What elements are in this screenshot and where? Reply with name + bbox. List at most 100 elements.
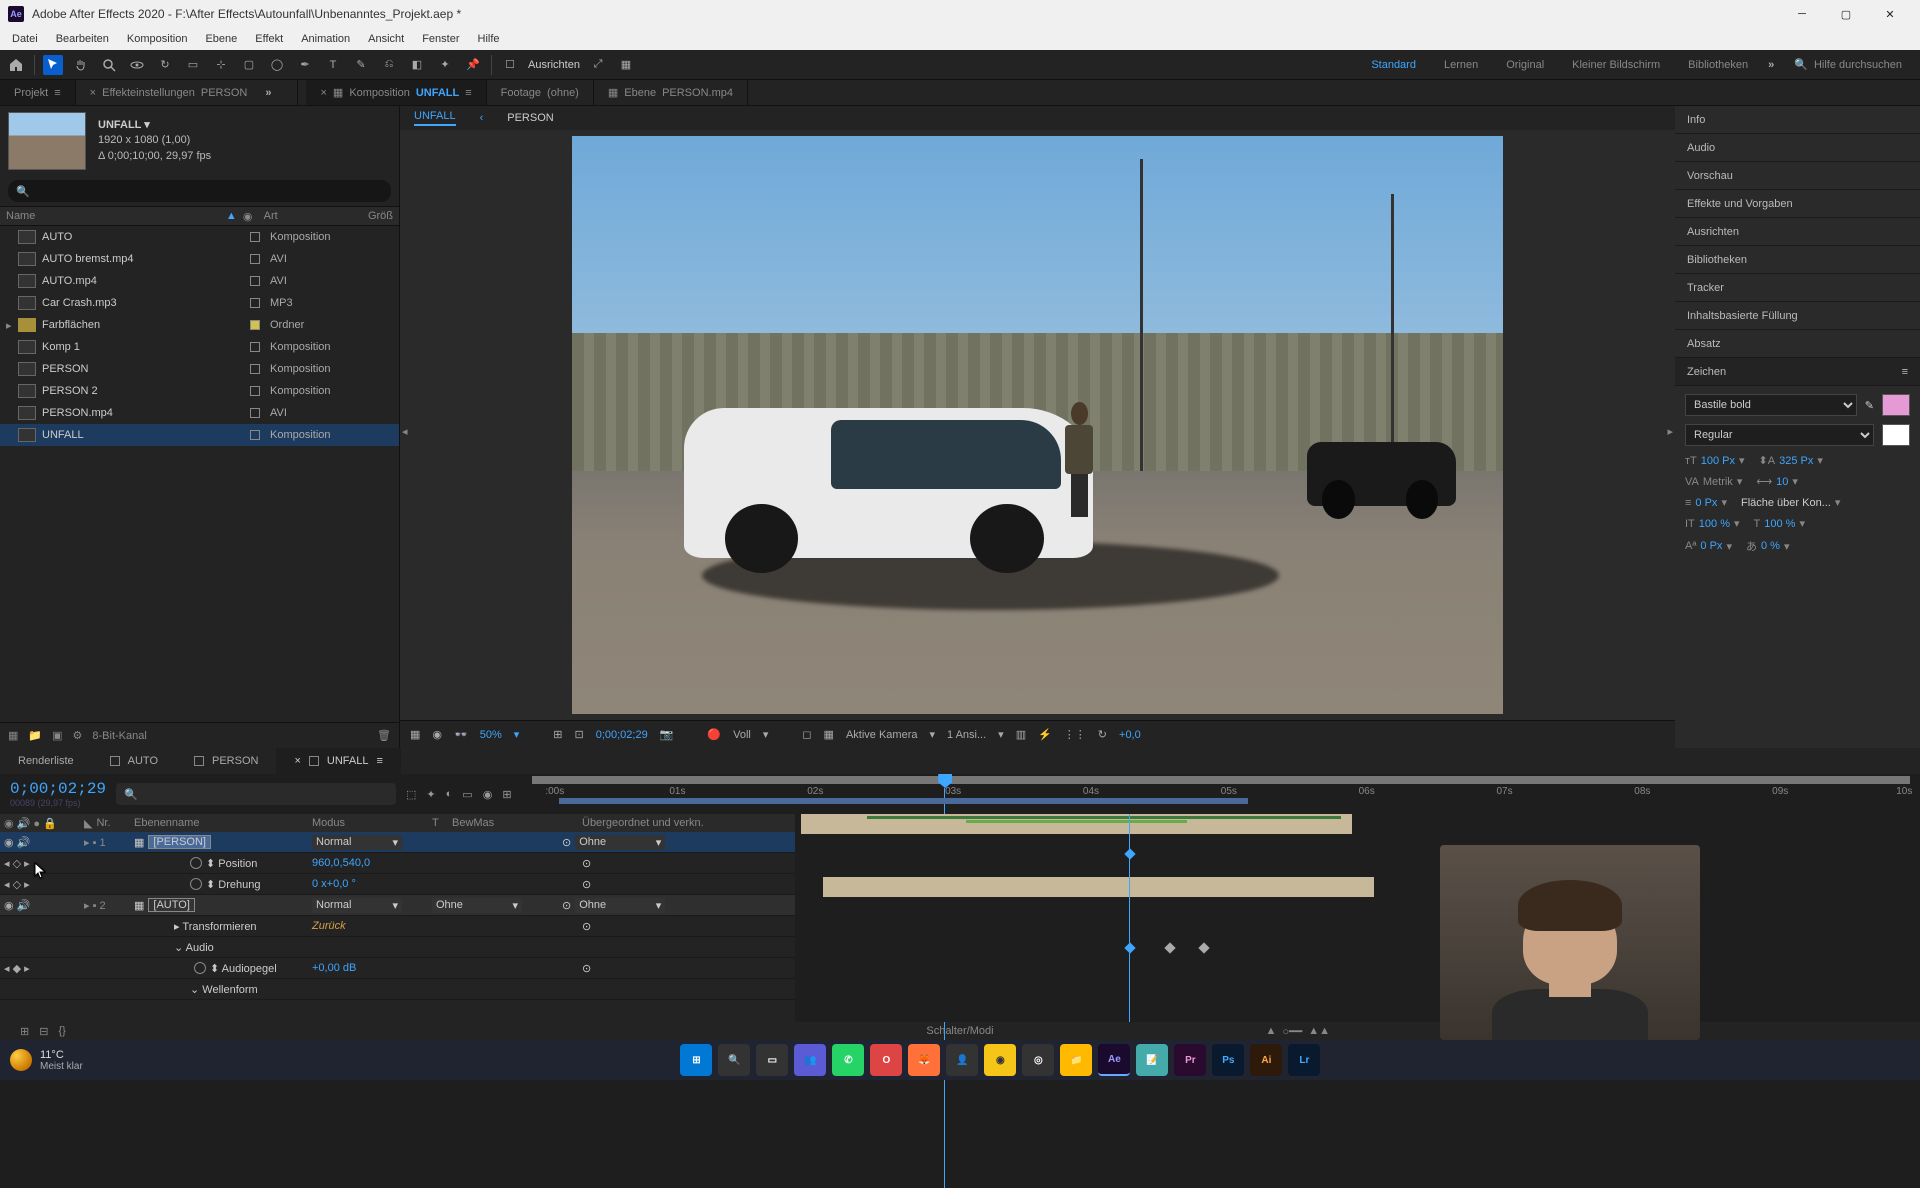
workspace-overflow[interactable]: » bbox=[1768, 59, 1774, 71]
work-area-bar[interactable] bbox=[559, 798, 1248, 804]
pan-behind-tool[interactable]: ⊹ bbox=[211, 55, 231, 75]
taskbar-firefox[interactable]: 🦊 bbox=[908, 1044, 940, 1076]
comp-mini-flowchart-icon[interactable]: ⬚ bbox=[406, 788, 416, 801]
col-name[interactable]: Name bbox=[6, 210, 226, 222]
keyframe-audio-1[interactable] bbox=[1124, 942, 1135, 953]
tsume-value[interactable]: 0 % bbox=[1761, 540, 1780, 552]
hand-tool[interactable] bbox=[71, 55, 91, 75]
zoom-slider[interactable]: ○━━ bbox=[1282, 1025, 1302, 1038]
property-row[interactable]: ◂ ◇ ▸ ⬍ Drehung0 x+0,0 °⊙ bbox=[0, 874, 795, 895]
project-item[interactable]: Car Crash.mp3MP3 bbox=[0, 292, 399, 314]
layer-row[interactable]: ◉ 🔊▸ ▪ 2▦[AUTO]Normal ▾Ohne ▾⊙Ohne ▾ bbox=[0, 895, 795, 916]
taskbar-teams[interactable]: 👥 bbox=[794, 1044, 826, 1076]
panel-tab-ebene[interactable]: ▦ Ebene PERSON.mp4 bbox=[594, 80, 748, 105]
panel-tab-footage[interactable]: Footage (ohne) bbox=[487, 80, 594, 105]
panel-ausrichten[interactable]: Ausrichten bbox=[1675, 218, 1920, 246]
handle-right-icon[interactable]: ▸ bbox=[1667, 425, 1673, 438]
taskbar-explorer[interactable]: 📁 bbox=[1060, 1044, 1092, 1076]
new-comp-icon[interactable]: ▣ bbox=[52, 729, 62, 742]
hdr-parent[interactable]: Übergeordnet und verkn. bbox=[582, 817, 704, 829]
font-style-dropdown[interactable]: Regular bbox=[1685, 424, 1874, 446]
panel-audio[interactable]: Audio bbox=[1675, 134, 1920, 162]
hdr-mode[interactable]: Modus bbox=[312, 817, 432, 829]
clip-auto[interactable] bbox=[823, 877, 1374, 897]
puppet-tool[interactable]: 📌 bbox=[463, 55, 483, 75]
label-icon[interactable]: ◣ bbox=[84, 817, 92, 830]
project-item[interactable]: AUTO bremst.mp4AVI bbox=[0, 248, 399, 270]
toggle-switches-icon[interactable]: ⊞ bbox=[20, 1025, 29, 1038]
switches-modes-toggle[interactable]: Schalter/Modi bbox=[926, 1025, 993, 1037]
hscale-value[interactable]: 100 % bbox=[1764, 518, 1795, 530]
taskbar-premiere[interactable]: Pr bbox=[1174, 1044, 1206, 1076]
workspace-kleiner[interactable]: Kleiner Bildschirm bbox=[1572, 59, 1660, 71]
snap-opt1-icon[interactable]: ⤢ bbox=[588, 55, 608, 75]
col-label-icon[interactable]: ◉ bbox=[243, 210, 254, 222]
baseline-value[interactable]: 0 Px bbox=[1700, 540, 1722, 552]
exposure-value[interactable]: +0,0 bbox=[1119, 729, 1141, 741]
roi-icon[interactable]: ◻ bbox=[802, 728, 811, 741]
res-icon[interactable]: ⊞ bbox=[553, 728, 562, 741]
keyframe-audio-3[interactable] bbox=[1198, 942, 1209, 953]
taskbar-opera[interactable]: O bbox=[870, 1044, 902, 1076]
taskbar-aftereffects[interactable]: Ae bbox=[1098, 1044, 1130, 1076]
project-item[interactable]: Komp 1Komposition bbox=[0, 336, 399, 358]
menu-komposition[interactable]: Komposition bbox=[119, 31, 196, 47]
leading-value[interactable]: 325 Px bbox=[1779, 455, 1813, 467]
taskbar-taskview[interactable]: ▭ bbox=[756, 1044, 788, 1076]
menu-ansicht[interactable]: Ansicht bbox=[360, 31, 412, 47]
rect-tool[interactable]: ▢ bbox=[239, 55, 259, 75]
property-row[interactable]: ⌄ Audio bbox=[0, 937, 795, 958]
taskbar-photoshop[interactable]: Ps bbox=[1212, 1044, 1244, 1076]
menu-hilfe[interactable]: Hilfe bbox=[470, 31, 508, 47]
font-size-value[interactable]: 100 Px bbox=[1701, 455, 1735, 467]
frame-blend-icon[interactable]: ▭ bbox=[462, 788, 472, 801]
project-item[interactable]: PERSON 2Komposition bbox=[0, 380, 399, 402]
new-folder-icon[interactable]: 📁 bbox=[28, 729, 42, 742]
property-row[interactable]: ◂ ◆ ▸ ⬍ Audiopegel+0,00 dB⊙ bbox=[0, 958, 795, 979]
taskbar-app1[interactable]: 👤 bbox=[946, 1044, 978, 1076]
taskbar-app2[interactable]: ◉ bbox=[984, 1044, 1016, 1076]
workspace-original[interactable]: Original bbox=[1506, 59, 1544, 71]
handle-left-icon[interactable]: ◂ bbox=[402, 425, 408, 438]
workspace-bibliotheken[interactable]: Bibliotheken bbox=[1688, 59, 1748, 71]
taskbar-search[interactable]: 🔍 bbox=[718, 1044, 750, 1076]
adjust-icon[interactable]: ⚙ bbox=[73, 729, 83, 742]
eraser-tool[interactable]: ◧ bbox=[407, 55, 427, 75]
property-row[interactable]: ⌄ Wellenform bbox=[0, 979, 795, 1000]
panel-info[interactable]: Info bbox=[1675, 106, 1920, 134]
snapshot-icon[interactable]: 📷 bbox=[660, 728, 674, 741]
tracking-value[interactable]: 10 bbox=[1776, 476, 1788, 488]
project-item[interactable]: UNFALLKomposition bbox=[0, 424, 399, 446]
composition-preview[interactable] bbox=[572, 136, 1503, 714]
panel-tracker[interactable]: Tracker bbox=[1675, 274, 1920, 302]
interpret-footage-icon[interactable]: ▦ bbox=[8, 729, 18, 742]
tab-renderliste[interactable]: Renderliste bbox=[0, 748, 92, 774]
project-item[interactable]: PERSONKomposition bbox=[0, 358, 399, 380]
draft-3d-icon[interactable]: ✦ bbox=[426, 788, 435, 801]
taskbar-whatsapp[interactable]: ✆ bbox=[832, 1044, 864, 1076]
grid-icon[interactable]: ⊡ bbox=[575, 728, 584, 741]
time-ruler[interactable]: :00s 01s 02s 03s 04s 05s 06s 07s 08s 09s… bbox=[532, 774, 1910, 814]
clip-person[interactable] bbox=[801, 814, 1352, 834]
panel-tab-effekteinstellungen[interactable]: × Effekteinstellungen PERSON » bbox=[76, 80, 299, 105]
bit-depth[interactable]: 8-Bit-Kanal bbox=[92, 730, 146, 742]
panel-absatz[interactable]: Absatz bbox=[1675, 330, 1920, 358]
menu-animation[interactable]: Animation bbox=[293, 31, 358, 47]
fast-preview-icon[interactable]: ⚡ bbox=[1038, 728, 1052, 741]
breadcrumb-unfall[interactable]: UNFALL bbox=[414, 110, 456, 126]
roto-tool[interactable]: ✦ bbox=[435, 55, 455, 75]
toggle-modes-icon[interactable]: ⊟ bbox=[39, 1025, 48, 1038]
project-search[interactable]: 🔍 bbox=[8, 180, 391, 202]
project-item[interactable]: AUTOKomposition bbox=[0, 226, 399, 248]
panel-tab-projekt[interactable]: Projekt≡ bbox=[0, 80, 76, 105]
taskbar-obs[interactable]: ◎ bbox=[1022, 1044, 1054, 1076]
zoom-dropdown[interactable]: 50% bbox=[480, 729, 502, 741]
maximize-button[interactable]: ▢ bbox=[1824, 0, 1868, 28]
zoom-tool[interactable] bbox=[99, 55, 119, 75]
playhead[interactable] bbox=[938, 774, 952, 814]
workspace-lernen[interactable]: Lernen bbox=[1444, 59, 1478, 71]
tab-auto[interactable]: AUTO bbox=[92, 748, 176, 774]
resolution-dropdown[interactable]: Voll bbox=[733, 729, 751, 741]
camera-dropdown[interactable]: Aktive Kamera bbox=[846, 729, 918, 741]
comp-name[interactable]: UNFALL ▾ bbox=[98, 118, 211, 133]
